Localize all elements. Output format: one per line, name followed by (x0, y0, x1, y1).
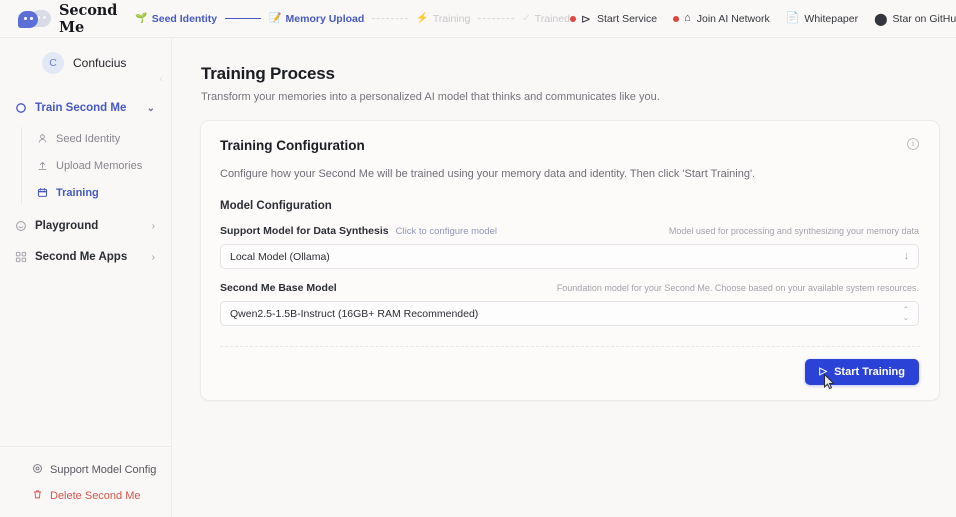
calendar-icon (36, 187, 48, 198)
sidebar-nav: Train Second Me ⌄ Seed Identity Upload M… (0, 95, 171, 270)
chat-bubbles-logo-icon (18, 9, 52, 29)
whitepaper-link[interactable]: 📄 Whitepaper (786, 13, 858, 25)
sidebar-subnav: Seed Identity Upload Memories Training (0, 125, 171, 206)
check-icon: ✓ (522, 14, 530, 24)
sidebar-item-playground[interactable]: Playground › (0, 213, 171, 239)
sidebar-item-second-me-apps[interactable]: Second Me Apps › (0, 244, 171, 270)
memo-icon: 📝 (269, 14, 281, 24)
delete-second-me-label: Delete Second Me (50, 490, 141, 502)
join-ai-network-label: Join AI Network (697, 13, 770, 25)
model-configuration-heading: Model Configuration (201, 180, 939, 212)
step-trained[interactable]: ✓ Trained (522, 13, 570, 25)
start-service-button[interactable]: ⊳ Start Service (570, 13, 657, 25)
sidebar: C Confucius ‹ Train Second Me ⌄ Seed Ide… (0, 38, 172, 517)
join-ai-network-button[interactable]: ⌂ Join AI Network (673, 13, 770, 25)
cloud-upload-icon: ⌂ (684, 13, 691, 24)
grid-icon (14, 251, 27, 263)
chevron-left-icon[interactable]: ‹ (159, 73, 163, 85)
smiley-icon (14, 220, 27, 232)
base-model-select[interactable]: Qwen2.5-1.5B-Instruct (16GB+ RAM Recomme… (220, 301, 919, 326)
chevron-down-icon[interactable]: ⌄ (147, 103, 155, 114)
support-model-config-button[interactable]: Support Model Config (0, 457, 171, 483)
lightning-icon: ⚡ (416, 14, 428, 24)
status-dot (570, 16, 576, 22)
training-configuration-card: Training Configuration i Configure how y… (200, 120, 940, 401)
field-hint: Foundation model for your Second Me. Cho… (557, 283, 919, 293)
up-down-icon: ⌃⌄ (903, 306, 909, 322)
step-memory-upload[interactable]: 📝 Memory Upload (269, 13, 364, 25)
arrow-down-icon: ↓ (904, 251, 910, 262)
support-model-field: Support Model for Data Synthesis Click t… (201, 212, 939, 269)
sidebar-item-label: Upload Memories (56, 160, 142, 172)
star-on-github-label: Star on GitHub (893, 13, 956, 25)
sidebar-item-label: Training (56, 187, 99, 199)
sprout-icon: 🌱 (135, 14, 147, 24)
app-root: Second Me 🌱 Seed Identity 📝 Memory Uploa… (0, 0, 956, 517)
brand-name: Second Me (59, 2, 117, 36)
profile-name: Confucius (73, 56, 126, 70)
profile[interactable]: C Confucius (0, 38, 171, 74)
sidebar-item-label: Seed Identity (56, 133, 120, 145)
configure-model-link[interactable]: Click to configure model (396, 226, 497, 237)
delete-second-me-button[interactable]: Delete Second Me (0, 483, 171, 509)
whitepaper-label: Whitepaper (804, 13, 858, 25)
support-model-config-label: Support Model Config (50, 464, 156, 476)
gear-outline-icon (14, 102, 27, 114)
brand[interactable]: Second Me (0, 2, 117, 36)
sidebar-item-upload-memories[interactable]: Upload Memories (0, 152, 171, 179)
status-dot (673, 16, 679, 22)
sidebar-item-label: Playground (35, 220, 98, 232)
sidebar-footer: Support Model Config Delete Second Me (0, 446, 171, 517)
main-content: Training Process Transform your memories… (172, 38, 956, 517)
step-label: Memory Upload (286, 13, 365, 25)
base-model-field: Second Me Base Model Foundation model fo… (201, 269, 939, 326)
field-hint: Model used for processing and synthesizi… (669, 226, 919, 236)
step-seed-identity[interactable]: 🌱 Seed Identity (135, 13, 217, 25)
start-training-label: Start Training (834, 366, 905, 378)
page-title: Training Process (201, 64, 956, 84)
support-model-select[interactable]: Local Model (Ollama) ↓ (220, 244, 919, 269)
step-connector-dashed (372, 18, 408, 19)
card-title: Training Configuration (220, 138, 365, 153)
field-label: Support Model for Data Synthesis (220, 225, 389, 237)
trash-icon (32, 489, 43, 503)
play-icon: ▷ (819, 367, 827, 377)
sidebar-item-label: Second Me Apps (35, 251, 127, 263)
play-circle-icon: ⊳ (581, 13, 591, 25)
step-label: Trained (535, 13, 570, 25)
sidebar-item-train-second-me[interactable]: Train Second Me ⌄ (0, 95, 171, 121)
sidebar-item-label: Train Second Me (35, 102, 126, 114)
user-icon (36, 133, 48, 144)
gear-icon (32, 463, 43, 477)
upload-icon (36, 160, 48, 171)
step-connector-solid (225, 18, 261, 20)
top-header: Second Me 🌱 Seed Identity 📝 Memory Uploa… (0, 0, 956, 38)
step-label: Training (433, 13, 471, 25)
progress-steps: 🌱 Seed Identity 📝 Memory Upload ⚡ Traini… (135, 13, 570, 25)
card-actions: ▷ Start Training (201, 347, 939, 400)
base-model-value: Qwen2.5-1.5B-Instruct (16GB+ RAM Recomme… (230, 308, 478, 320)
start-training-button[interactable]: ▷ Start Training (805, 359, 919, 385)
step-connector-dashed (478, 18, 514, 19)
chevron-right-icon[interactable]: › (152, 252, 155, 263)
start-service-label: Start Service (597, 13, 657, 25)
avatar: C (42, 52, 64, 74)
header-actions: ⊳ Start Service ⌂ Join AI Network 📄 Whit… (570, 13, 956, 25)
sidebar-item-seed-identity[interactable]: Seed Identity (0, 125, 171, 152)
field-label: Second Me Base Model (220, 282, 337, 294)
chevron-right-icon[interactable]: › (152, 221, 155, 232)
info-icon[interactable]: i (907, 138, 919, 150)
support-model-value: Local Model (Ollama) (230, 251, 330, 263)
document-icon: 📄 (786, 13, 800, 24)
page-subtitle: Transform your memories into a personali… (201, 91, 956, 103)
page-header: Training Process Transform your memories… (172, 38, 956, 103)
github-icon: ⬤ (874, 13, 887, 25)
star-on-github-link[interactable]: ⬤ Star on GitHub (874, 13, 956, 25)
card-description: Configure how your Second Me will be tra… (201, 153, 939, 180)
sidebar-item-training[interactable]: Training (0, 179, 171, 206)
step-training[interactable]: ⚡ Training (416, 13, 470, 25)
step-label: Seed Identity (152, 13, 217, 25)
